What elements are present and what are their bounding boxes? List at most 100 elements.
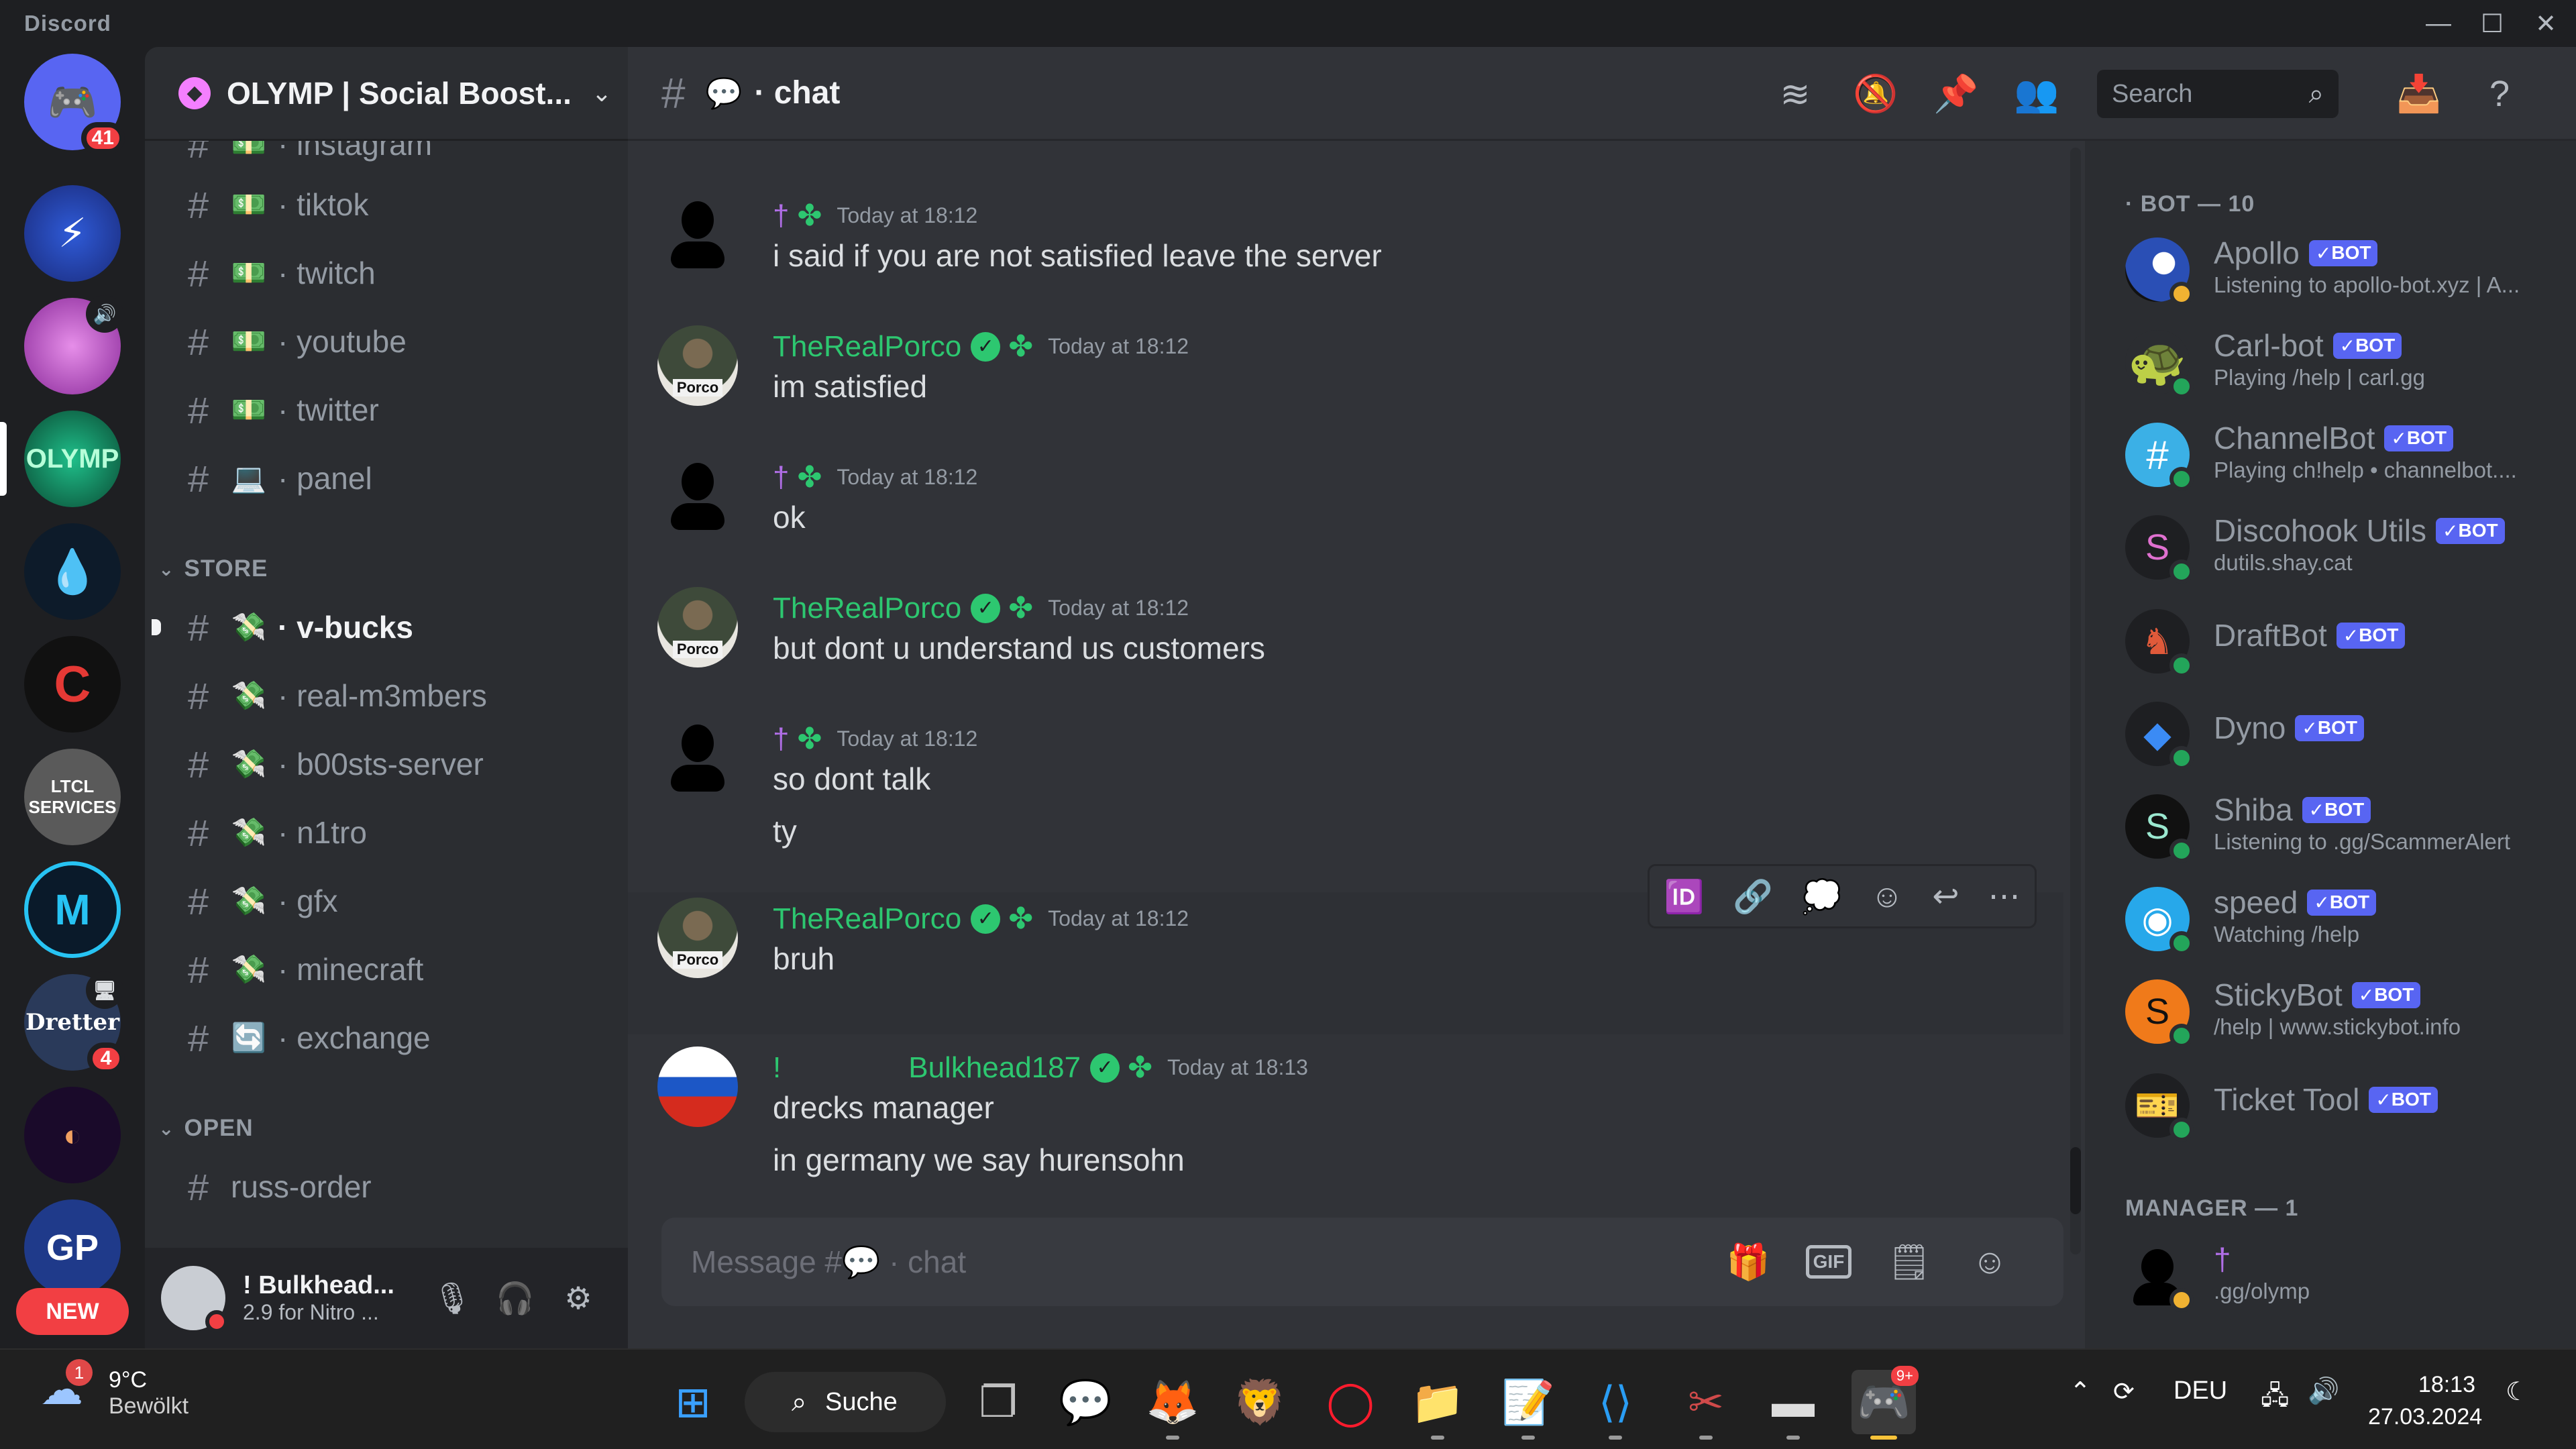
clock[interactable]: 18:13 27.03.2024	[2368, 1368, 2482, 1433]
close-button[interactable]: ✕	[2516, 4, 2576, 43]
weather-widget[interactable]: ☁ 1 9°C Bewölkt	[40, 1359, 189, 1422]
channel-n1tro[interactable]: # 💸 · n1tro	[178, 802, 608, 863]
thread-icon[interactable]: 💭	[1802, 877, 1842, 916]
threads-icon[interactable]: ≋	[1768, 67, 1822, 121]
channel-exchange[interactable]: # 🔄 · exchange	[178, 1008, 608, 1068]
author-name[interactable]: TheRealPorco	[773, 592, 961, 625]
author-name[interactable]: †	[773, 722, 789, 756]
scrollbar-thumb[interactable]	[2070, 1147, 2081, 1214]
category-store[interactable]: ⌄ STORE	[158, 549, 268, 589]
channel-panel[interactable]: # 💻 · panel	[178, 448, 608, 508]
microphone-icon[interactable]: 🎙	[424, 1270, 480, 1326]
search-box[interactable]: Search ⌕	[2097, 70, 2339, 118]
member-discohook-utils[interactable]: S Discohook Utils ✓ BOT dutils.shay.cat	[2125, 506, 2568, 586]
avatar[interactable]	[657, 718, 738, 798]
scrollbar-track[interactable]	[2070, 148, 2081, 1254]
avatar[interactable]: Porco	[657, 325, 738, 406]
file-explorer-icon[interactable]: 📁	[1405, 1370, 1470, 1440]
sticker-icon[interactable]: 🗒	[1882, 1235, 1936, 1289]
chevron-up-icon[interactable]: ⌃	[2070, 1377, 2091, 1407]
member-manager[interactable]: † .gg/olymp	[2125, 1234, 2568, 1315]
task-view-icon[interactable]: ❐	[966, 1370, 1030, 1434]
server-dretter[interactable]: Dretter 🖥 4	[24, 971, 125, 1075]
author-name[interactable]: †	[773, 199, 789, 233]
moon-icon[interactable]: ☾	[2506, 1377, 2528, 1407]
avatar[interactable]	[657, 1046, 738, 1127]
user-info[interactable]: ! Bulkhead... 2.9 for Nitro ...	[243, 1271, 417, 1325]
member-ticket-tool[interactable]: 🎫 Ticket Tool ✓ BOT	[2125, 1064, 2568, 1144]
gift-icon[interactable]: 🎁	[1721, 1235, 1775, 1289]
message-input[interactable]	[691, 1244, 1697, 1280]
member-shiba[interactable]: S Shiba ✓ BOT Listening to .gg/ScammerAle…	[2125, 785, 2568, 865]
author-name[interactable]: †	[773, 461, 789, 494]
channel-v-bucks[interactable]: # 💸 · v-bucks	[152, 597, 608, 657]
server-m[interactable]: M	[24, 861, 121, 958]
maximize-button[interactable]: ☐	[2462, 4, 2522, 43]
channel-b00sts-server[interactable]: # 💸 · b00sts-server	[178, 734, 608, 794]
pin-icon[interactable]: 📌	[1929, 67, 1983, 121]
home-button[interactable]: 🎮 41	[24, 54, 125, 154]
channel-twitter[interactable]: # 💵 · twitter	[178, 380, 608, 440]
windows-start-icon[interactable]: ⊞	[661, 1370, 725, 1434]
avatar[interactable]	[657, 195, 738, 275]
copy-id-icon[interactable]: 🆔	[1664, 877, 1704, 916]
avatar[interactable]: Porco	[657, 898, 738, 978]
new-unreads-pill[interactable]: NEW	[16, 1288, 129, 1335]
reply-icon[interactable]: ↩	[1932, 877, 1959, 915]
member-draftbot[interactable]: ♞ DraftBot ✓ BOT	[2125, 600, 2568, 680]
server-orb[interactable]: ◐	[24, 1087, 121, 1183]
author-name[interactable]: Bulkhead187	[908, 1051, 1081, 1085]
terminal-icon[interactable]: ▬	[1761, 1370, 1825, 1440]
server-olymp[interactable]: OLYMP	[0, 411, 121, 507]
add-reaction-icon[interactable]: ☺	[1870, 878, 1903, 915]
author-name[interactable]: TheRealPorco	[773, 902, 961, 936]
help-icon[interactable]: ?	[2473, 67, 2526, 121]
teams-chat-icon[interactable]: 💬	[1053, 1370, 1118, 1434]
server-c[interactable]: C	[24, 636, 121, 733]
gif-button[interactable]: GIF	[1802, 1235, 1856, 1289]
minimize-button[interactable]: —	[2408, 4, 2469, 43]
author-name[interactable]: TheRealPorco	[773, 330, 961, 364]
emoji-icon[interactable]: ☺	[1963, 1235, 2017, 1289]
discord-taskbar-icon[interactable]: 🎮 9+	[1851, 1366, 1919, 1440]
brave-icon[interactable]: 🦁	[1228, 1370, 1292, 1434]
channel-russ-order[interactable]: # russ-order	[178, 1157, 608, 1217]
firefox-icon[interactable]: 🦊	[1140, 1370, 1205, 1440]
channel-youtube[interactable]: # 💵 · youtube	[178, 311, 608, 372]
member-list-icon[interactable]: 👥	[2010, 67, 2063, 121]
settings-gear-icon[interactable]: ⚙	[550, 1270, 606, 1326]
channel-tiktok[interactable]: # 💵 · tiktok	[178, 174, 608, 235]
volume-icon[interactable]: 🔊	[2308, 1377, 2339, 1406]
snipping-tool-icon[interactable]: ✂	[1674, 1370, 1738, 1440]
avatar[interactable]: Porco	[657, 587, 738, 667]
channel-real-m3mbers[interactable]: # 💸 · real-m3mbers	[178, 665, 608, 726]
member-speed[interactable]: ◉ speed ✓ BOT Watching /help	[2125, 877, 2568, 958]
member-channelbot[interactable]: # ChannelBot ✓ BOT Playing ch!help • chan…	[2125, 413, 2568, 494]
taskbar-search[interactable]: ⌕ Suche	[745, 1372, 946, 1432]
server-drop[interactable]: 💧	[24, 523, 121, 620]
channel-gfx[interactable]: # 💸 · gfx	[178, 871, 608, 931]
member-dyno[interactable]: ◆ Dyno ✓ BOT	[2125, 692, 2568, 773]
server-porco-exchange[interactable]: ⚡	[24, 185, 121, 282]
sync-icon[interactable]: ⟳	[2113, 1377, 2135, 1407]
mute-bell-icon[interactable]: 🔕	[1849, 67, 1902, 121]
member-apollo[interactable]: Apollo ✓ BOT Listening to apollo-bot.xyz …	[2125, 228, 2568, 309]
server-gp[interactable]: GP	[24, 1199, 121, 1296]
member-carl-bot[interactable]: 🐢 Carl-bot ✓ BOT Playing /help | carl.gg	[2125, 321, 2568, 401]
headphones-icon[interactable]: 🎧	[487, 1270, 543, 1326]
guild-header[interactable]: ◆ OLYMP | Social Boost... ⌄	[145, 47, 628, 141]
server-anime[interactable]: 🔊	[24, 295, 123, 394]
more-icon[interactable]: ⋯	[1988, 877, 2021, 915]
avatar[interactable]	[161, 1266, 228, 1333]
network-icon[interactable]: 🖧	[2261, 1377, 2289, 1420]
notepad-icon[interactable]: 📝	[1496, 1370, 1560, 1440]
category-open[interactable]: ⌄ OPEN	[158, 1108, 254, 1148]
server-ltcl-services[interactable]: LTCL SERVICES	[24, 749, 121, 845]
opera-icon[interactable]: ◯	[1318, 1370, 1383, 1434]
avatar[interactable]	[657, 456, 738, 537]
channel-twitch[interactable]: # 💵 · twitch	[178, 243, 608, 303]
language-indicator[interactable]: DEU	[2174, 1377, 2227, 1405]
channel-minecraft[interactable]: # 💸 · minecraft	[178, 939, 608, 1000]
member-stickybot[interactable]: S StickyBot ✓ BOT /help | www.stickybot.i…	[2125, 970, 2568, 1051]
inbox-icon[interactable]: 📥	[2392, 67, 2446, 121]
